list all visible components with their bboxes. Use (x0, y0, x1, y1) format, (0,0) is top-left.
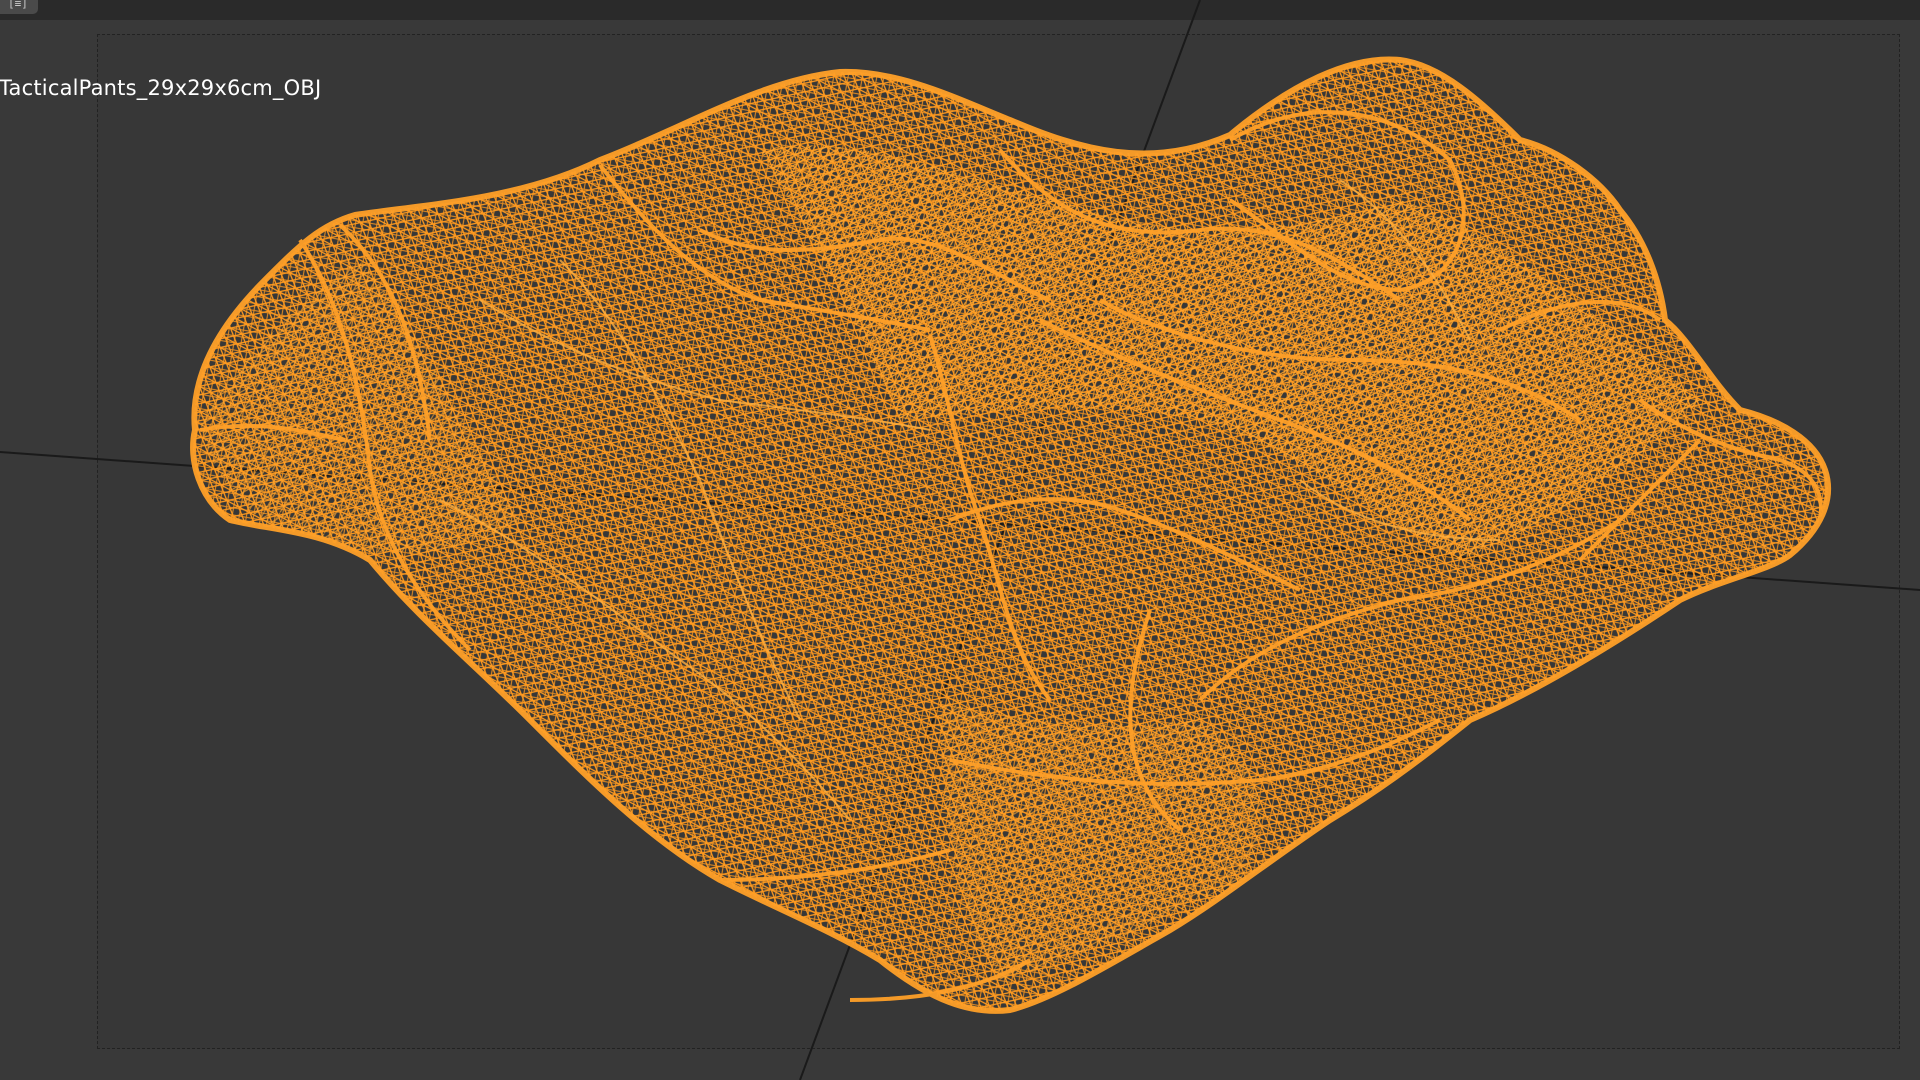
object-name-label: TacticalPants_29x29x6cm_OBJ (0, 76, 322, 100)
viewport-canvas[interactable] (0, 0, 1920, 1080)
3d-viewport[interactable]: [≡] TacticalPants_29x29x6cm_OBJ (0, 0, 1920, 1080)
wireframe-mesh[interactable] (0, 0, 1920, 1080)
